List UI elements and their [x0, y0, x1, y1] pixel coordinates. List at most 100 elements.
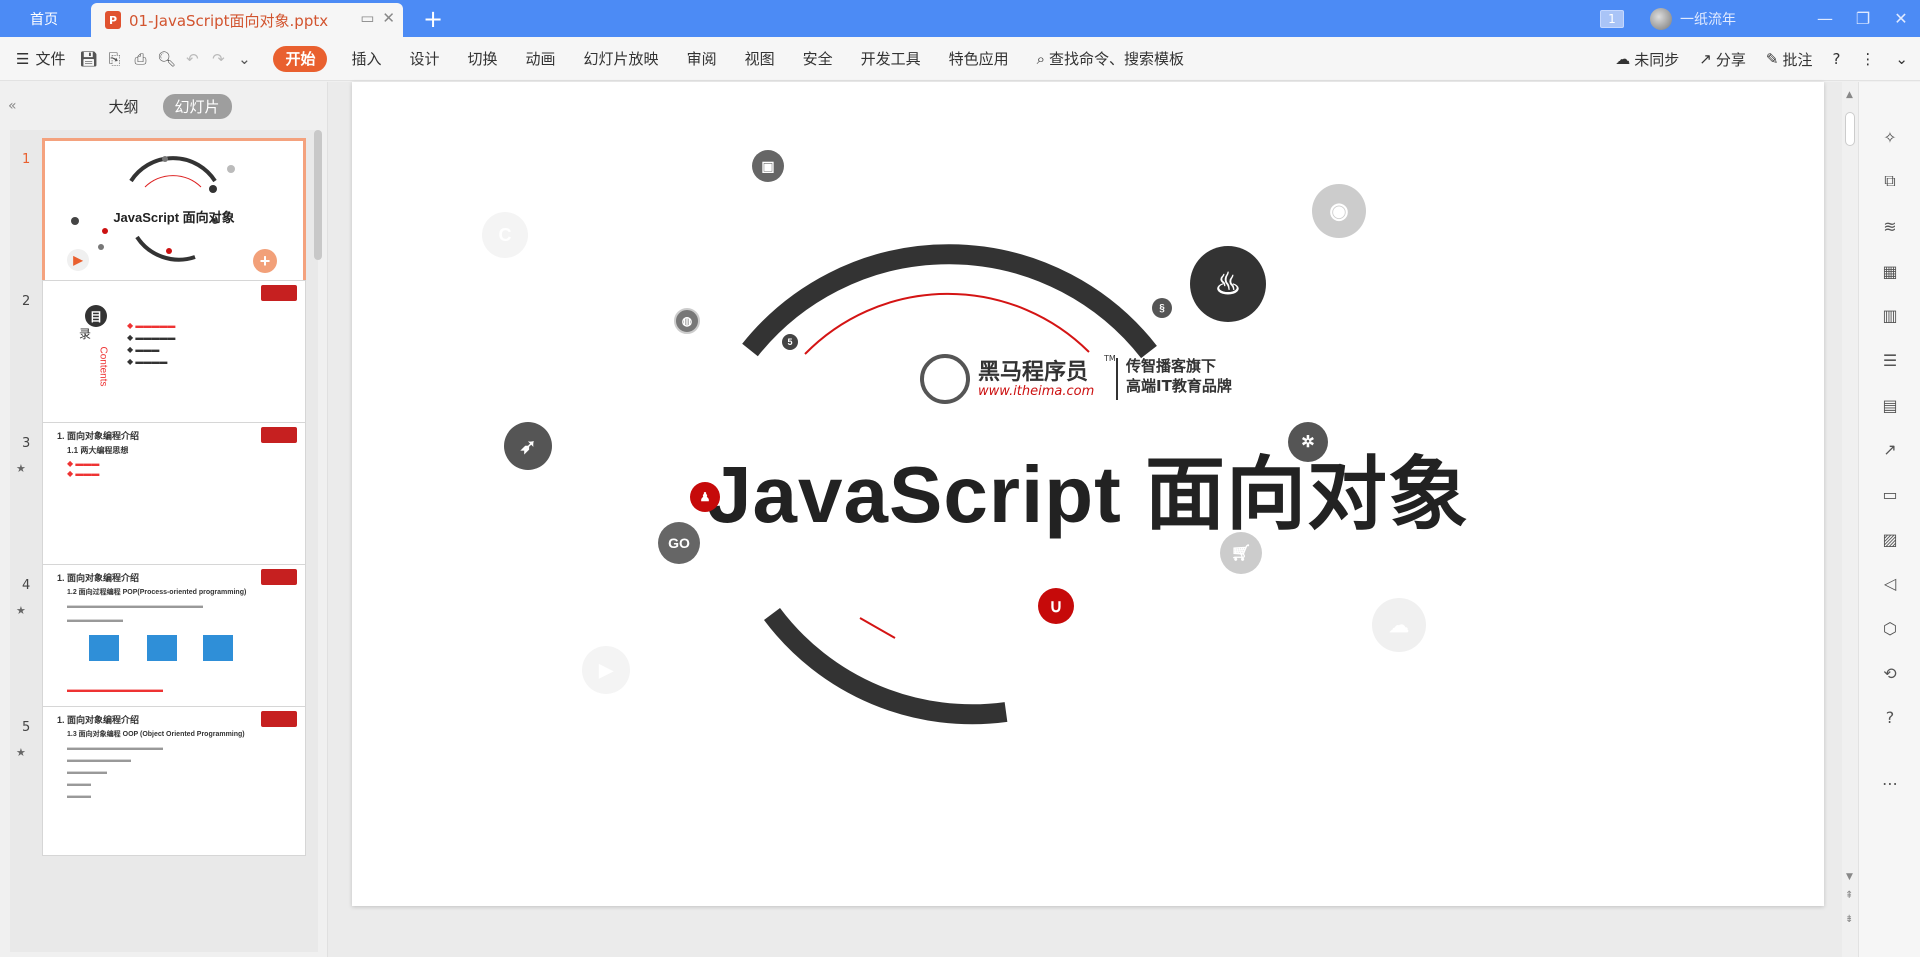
format-painter-icon[interactable]: ⎘	[105, 50, 123, 68]
slide-thumbnail[interactable]: 1. 面向对象编程介绍 1.3 面向对象编程 OOP (Object Orien…	[42, 706, 306, 856]
thumbnail-list[interactable]: 1 JavaScript 面向对象 ▶ + 2 目 录 Contents ◆ ▬…	[10, 130, 318, 952]
play-icon[interactable]: ▶	[67, 249, 89, 271]
brand-logo	[261, 427, 297, 443]
add-slide-icon[interactable]: +	[253, 249, 277, 273]
help-icon[interactable]: ?	[1832, 50, 1840, 68]
collapse-ribbon-icon[interactable]: ⌄	[1895, 50, 1908, 68]
slide-thumbnail[interactable]: 目 录 Contents ◆ ▬▬▬▬▬ ◆ ▬▬▬▬▬ ◆ ▬▬▬ ◆ ▬▬▬…	[42, 280, 306, 430]
thumbnail-row[interactable]: 2 目 录 Contents ◆ ▬▬▬▬▬ ◆ ▬▬▬▬▬ ◆ ▬▬▬ ◆ ▬…	[10, 280, 310, 440]
command-search-label: 查找命令、搜索模板	[1049, 50, 1185, 68]
cloud-icon: ☁	[1372, 598, 1426, 652]
slide-navigator: « 大纲 幻灯片 1 JavaScript 面向对象 ▶ + 2 目 录 Con…	[0, 82, 328, 957]
share-button[interactable]: ↗ 分享	[1699, 49, 1746, 70]
thumbnail-scrollbar[interactable]	[314, 130, 322, 260]
thumbnail-row[interactable]: 1 JavaScript 面向对象 ▶ +	[10, 138, 310, 298]
animation-star-icon: ★	[16, 604, 26, 617]
slide-canvas[interactable]: 黑马程序员 TM www.itheima.com 传智播客旗下 高端IT教育品牌…	[352, 82, 1824, 906]
transform-icon[interactable]: ⧉	[1879, 170, 1901, 192]
redo-icon[interactable]: ↷	[209, 50, 227, 68]
tab-outline[interactable]: 大纲	[96, 94, 150, 119]
logo-divider	[1116, 358, 1118, 400]
grid-icon[interactable]: ▦	[1879, 260, 1901, 282]
document-tab[interactable]: P 01-JavaScript面向对象.pptx ▭ ✕	[91, 3, 403, 37]
tab-developer[interactable]: 开发工具	[847, 48, 935, 69]
thumb-list-bullet: ◆ ▬▬▬	[127, 345, 160, 354]
tab-slideshow[interactable]: 幻灯片放映	[570, 48, 673, 69]
cplusplus-icon: C	[482, 212, 528, 258]
thumb-flow-box	[203, 635, 233, 661]
slide-thumbnail[interactable]: JavaScript 面向对象 ▶ +	[42, 138, 306, 288]
print-icon[interactable]: ⎙	[131, 50, 149, 68]
scroll-down-icon[interactable]: ▼	[1846, 872, 1853, 882]
tab-home[interactable]: 开始	[273, 45, 328, 72]
minimize-icon[interactable]: —	[1806, 9, 1844, 28]
prev-slide-icon[interactable]: ⇞	[1845, 890, 1853, 901]
file-menu-label: 文件	[35, 50, 66, 68]
go-icon: GO	[658, 522, 700, 564]
tab-transitions[interactable]: 切换	[454, 48, 512, 69]
thumbnail-row[interactable]: 4 ★ 1. 面向对象编程介绍 1.2 面向过程编程 POP(Process-o…	[10, 564, 310, 724]
tab-animations[interactable]: 动画	[512, 48, 570, 69]
annotate-icon: ✎	[1765, 50, 1779, 68]
tab-insert[interactable]: 插入	[337, 48, 395, 69]
float-window-icon[interactable]: ▭	[360, 9, 374, 27]
more-icon[interactable]: ⋯	[1879, 772, 1901, 794]
tab-security[interactable]: 安全	[789, 48, 847, 69]
thumb-bullet: ◆ ▬▬▬	[67, 459, 100, 468]
chart-icon[interactable]: ▥	[1879, 304, 1901, 326]
backup-icon[interactable]: ⬡	[1879, 617, 1901, 639]
slide-number: 1	[22, 152, 31, 167]
slide-thumbnail[interactable]: 1. 面向对象编程介绍 1.1 两大编程思想 ◆ ▬▬▬ ◆ ▬▬▬	[42, 422, 306, 572]
scroll-up-icon[interactable]: ▲	[1846, 90, 1853, 100]
archive-icon[interactable]: ▭	[1879, 483, 1901, 505]
slide-scrollbar[interactable]: ▲ ▼ ⇞ ⇟	[1842, 82, 1858, 957]
animation-star-icon: ★	[16, 462, 26, 475]
tab-review[interactable]: 审阅	[673, 48, 731, 69]
help-icon[interactable]: ?	[1879, 706, 1901, 728]
undo-icon[interactable]: ↶	[183, 50, 201, 68]
tab-slides[interactable]: 幻灯片	[162, 94, 232, 119]
annotate-button[interactable]: ✎ 批注	[1766, 49, 1813, 70]
brand-logo	[261, 569, 297, 585]
smart-beautify-icon[interactable]: ✧	[1879, 126, 1901, 148]
thumbnail-row[interactable]: 3 ★ 1. 面向对象编程介绍 1.1 两大编程思想 ◆ ▬▬▬ ◆ ▬▬▬	[10, 422, 310, 582]
slide-thumbnail[interactable]: 1. 面向对象编程介绍 1.2 面向过程编程 POP(Process-orien…	[42, 564, 306, 714]
slide-title[interactable]: JavaScript 面向对象	[352, 430, 1824, 546]
thumb-paragraph: ▬▬▬▬▬	[67, 767, 107, 776]
file-menu-button[interactable]: ☰ 文件	[0, 48, 75, 69]
thumb-list-bullet: ◆ ▬▬▬▬▬	[127, 321, 176, 330]
window-count-badge[interactable]: 1	[1600, 9, 1624, 28]
thumb-title: JavaScript 面向对象	[113, 210, 235, 225]
adjust-icon[interactable]: ☰	[1879, 349, 1901, 371]
restore-icon[interactable]: ❐	[1844, 9, 1882, 28]
user-name[interactable]: 一纸流年	[1680, 9, 1736, 29]
thumb-bullet: ◆ ▬▬▬	[67, 469, 100, 478]
home-tab[interactable]: 首页	[0, 0, 88, 37]
thumb-heading: 1. 面向对象编程介绍	[57, 573, 140, 583]
close-tab-icon[interactable]: ✕	[382, 9, 395, 27]
thumb-subheading: 1.2 面向过程编程 POP(Process-oriented programm…	[67, 589, 247, 596]
print-preview-icon[interactable]: 🔍︎	[157, 50, 176, 68]
tab-features[interactable]: 特色应用	[935, 48, 1023, 69]
save-icon[interactable]: 💾︎	[79, 50, 98, 68]
more-icon[interactable]: ⋮	[1860, 50, 1875, 68]
new-tab-button[interactable]: +	[418, 4, 448, 34]
export-icon[interactable]: ↗	[1879, 438, 1901, 460]
history-icon[interactable]: ⟲	[1879, 662, 1901, 684]
scrollbar-thumb[interactable]	[1845, 112, 1855, 146]
layers-icon[interactable]: ≋	[1879, 215, 1901, 237]
close-window-icon[interactable]: ✕	[1882, 9, 1920, 28]
template-icon[interactable]: ▤	[1879, 394, 1901, 416]
tab-design[interactable]: 设计	[396, 48, 454, 69]
next-slide-icon[interactable]: ⇟	[1845, 914, 1853, 925]
tab-view[interactable]: 视图	[731, 48, 789, 69]
thumbnail-row[interactable]: 5 ★ 1. 面向对象编程介绍 1.3 面向对象编程 OOP (Object O…	[10, 706, 310, 866]
avatar[interactable]	[1650, 7, 1672, 30]
sync-button[interactable]: ☁ 未同步	[1615, 49, 1679, 70]
image-icon[interactable]: ▨	[1879, 528, 1901, 550]
command-search[interactable]: ⌕ 查找命令、搜索模板	[1037, 48, 1184, 69]
chevron-down-icon[interactable]: ⌄	[235, 50, 253, 68]
audio-icon[interactable]: ◁	[1879, 572, 1901, 594]
thumb-subheading: 1.3 面向对象编程 OOP (Object Oriented Programm…	[67, 731, 245, 738]
slogan-line-1: 传智播客旗下	[1126, 357, 1217, 375]
